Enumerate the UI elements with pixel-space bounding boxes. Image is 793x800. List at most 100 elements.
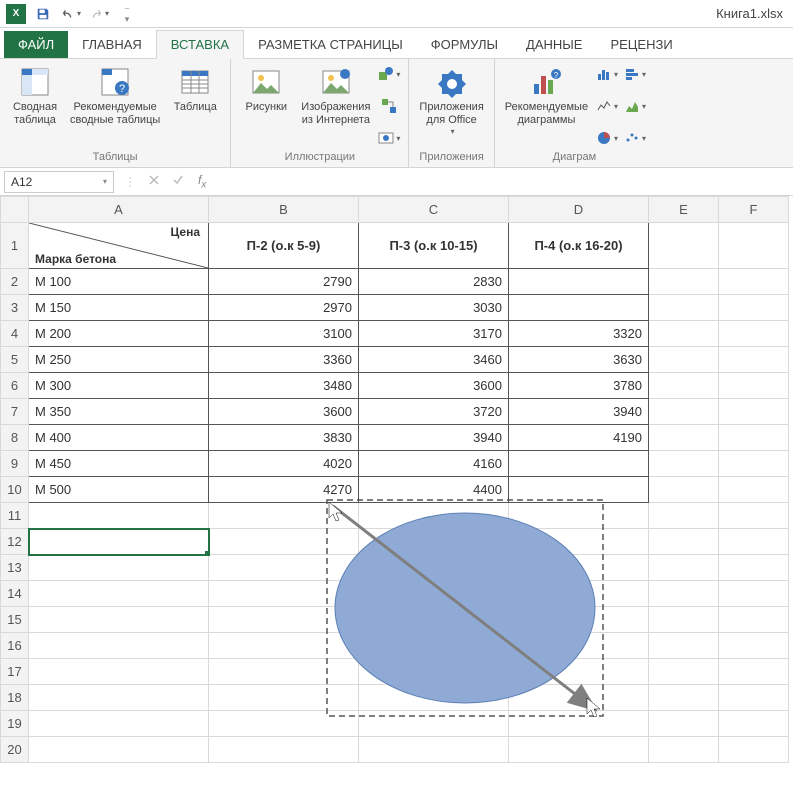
row-header[interactable]: 5 bbox=[1, 347, 29, 373]
cell[interactable] bbox=[719, 269, 789, 295]
col-header-A[interactable]: A bbox=[29, 197, 209, 223]
enter-formula-button[interactable] bbox=[166, 174, 190, 189]
pie-chart-button[interactable]: ▾ bbox=[596, 127, 618, 149]
row-header[interactable]: 7 bbox=[1, 399, 29, 425]
apps-for-office-button[interactable]: Приложения для Office▾ bbox=[417, 63, 485, 139]
cell[interactable]: М 400 bbox=[29, 425, 209, 451]
cell[interactable] bbox=[649, 451, 719, 477]
cell[interactable] bbox=[719, 295, 789, 321]
cell[interactable] bbox=[649, 711, 719, 737]
cell[interactable] bbox=[509, 581, 649, 607]
cell[interactable]: М 150 bbox=[29, 295, 209, 321]
cell[interactable] bbox=[719, 581, 789, 607]
cell[interactable] bbox=[209, 503, 359, 529]
tab-insert[interactable]: ВСТАВКА bbox=[156, 30, 244, 59]
table-button[interactable]: Таблица bbox=[168, 63, 222, 116]
cell[interactable] bbox=[359, 737, 509, 763]
cell[interactable] bbox=[359, 607, 509, 633]
row-header[interactable]: 8 bbox=[1, 425, 29, 451]
shapes-button[interactable]: ▾ bbox=[378, 63, 400, 85]
pictures-button[interactable]: Рисунки bbox=[239, 63, 293, 116]
row-header[interactable]: 1 bbox=[1, 223, 29, 269]
row-header[interactable]: 2 bbox=[1, 269, 29, 295]
tab-review[interactable]: РЕЦЕНЗИ bbox=[596, 31, 686, 58]
cell[interactable]: 3360 bbox=[209, 347, 359, 373]
cell[interactable] bbox=[719, 347, 789, 373]
column-chart-button[interactable]: ▾ bbox=[596, 63, 618, 85]
cell[interactable] bbox=[209, 633, 359, 659]
cell[interactable] bbox=[649, 223, 719, 269]
cell[interactable]: 3600 bbox=[359, 373, 509, 399]
cell[interactable]: 2830 bbox=[359, 269, 509, 295]
cell[interactable] bbox=[719, 633, 789, 659]
cell[interactable] bbox=[29, 633, 209, 659]
cell[interactable] bbox=[29, 659, 209, 685]
cell[interactable] bbox=[359, 659, 509, 685]
cell[interactable] bbox=[719, 477, 789, 503]
cell[interactable] bbox=[649, 477, 719, 503]
cell[interactable]: 3100 bbox=[209, 321, 359, 347]
row-header[interactable]: 14 bbox=[1, 581, 29, 607]
row-header[interactable]: 6 bbox=[1, 373, 29, 399]
cell[interactable]: 3940 bbox=[509, 399, 649, 425]
tab-file[interactable]: ФАЙЛ bbox=[4, 31, 68, 58]
cell[interactable] bbox=[29, 581, 209, 607]
cell[interactable] bbox=[29, 503, 209, 529]
formula-input[interactable] bbox=[214, 168, 793, 195]
data-header[interactable]: П-2 (о.к 5-9) bbox=[209, 223, 359, 269]
cell[interactable] bbox=[509, 659, 649, 685]
cell[interactable]: 4400 bbox=[359, 477, 509, 503]
diagonal-header-cell[interactable]: Цена Марка бетона bbox=[29, 223, 209, 269]
row-header[interactable]: 12 bbox=[1, 529, 29, 555]
cell[interactable] bbox=[649, 685, 719, 711]
cell[interactable] bbox=[509, 737, 649, 763]
cell[interactable]: 3780 bbox=[509, 373, 649, 399]
cell[interactable] bbox=[649, 581, 719, 607]
cell[interactable] bbox=[359, 633, 509, 659]
select-all-corner[interactable] bbox=[1, 197, 29, 223]
cell[interactable] bbox=[509, 477, 649, 503]
online-pictures-button[interactable]: Изображения из Интернета bbox=[299, 63, 372, 129]
cell[interactable] bbox=[509, 685, 649, 711]
cell[interactable] bbox=[719, 373, 789, 399]
col-header-B[interactable]: B bbox=[209, 197, 359, 223]
cell[interactable]: 3170 bbox=[359, 321, 509, 347]
row-header[interactable]: 9 bbox=[1, 451, 29, 477]
cell[interactable]: 4190 bbox=[509, 425, 649, 451]
cell[interactable]: 3320 bbox=[509, 321, 649, 347]
cell[interactable] bbox=[509, 529, 649, 555]
bar-chart-button[interactable]: ▾ bbox=[624, 63, 646, 85]
cell[interactable] bbox=[649, 633, 719, 659]
cell[interactable] bbox=[719, 529, 789, 555]
recommended-charts-button[interactable]: ? Рекомендуемые диаграммы bbox=[503, 63, 590, 129]
cell[interactable] bbox=[209, 737, 359, 763]
cell[interactable]: 3030 bbox=[359, 295, 509, 321]
name-box[interactable]: A12 ▾ bbox=[4, 171, 114, 193]
cell[interactable]: М 450 bbox=[29, 451, 209, 477]
cell[interactable] bbox=[509, 503, 649, 529]
cell[interactable] bbox=[209, 711, 359, 737]
col-header-C[interactable]: C bbox=[359, 197, 509, 223]
cell[interactable] bbox=[649, 373, 719, 399]
cell[interactable] bbox=[209, 529, 359, 555]
cell[interactable]: 2970 bbox=[209, 295, 359, 321]
row-header[interactable]: 15 bbox=[1, 607, 29, 633]
data-header[interactable]: П-4 (о.к 16-20) bbox=[509, 223, 649, 269]
cell[interactable] bbox=[649, 737, 719, 763]
row-header[interactable]: 17 bbox=[1, 659, 29, 685]
pivot-table-button[interactable]: Сводная таблица bbox=[8, 63, 62, 129]
row-header[interactable]: 18 bbox=[1, 685, 29, 711]
cell[interactable]: М 200 bbox=[29, 321, 209, 347]
cell[interactable] bbox=[359, 529, 509, 555]
col-header-F[interactable]: F bbox=[719, 197, 789, 223]
cell[interactable]: М 250 bbox=[29, 347, 209, 373]
cell[interactable]: 3720 bbox=[359, 399, 509, 425]
cell[interactable] bbox=[649, 425, 719, 451]
scatter-chart-button[interactable]: ▾ bbox=[624, 127, 646, 149]
cell[interactable] bbox=[719, 503, 789, 529]
smartart-button[interactable] bbox=[378, 95, 400, 117]
cell[interactable]: М 500 bbox=[29, 477, 209, 503]
cell[interactable] bbox=[719, 737, 789, 763]
row-header[interactable]: 4 bbox=[1, 321, 29, 347]
cell[interactable] bbox=[719, 685, 789, 711]
